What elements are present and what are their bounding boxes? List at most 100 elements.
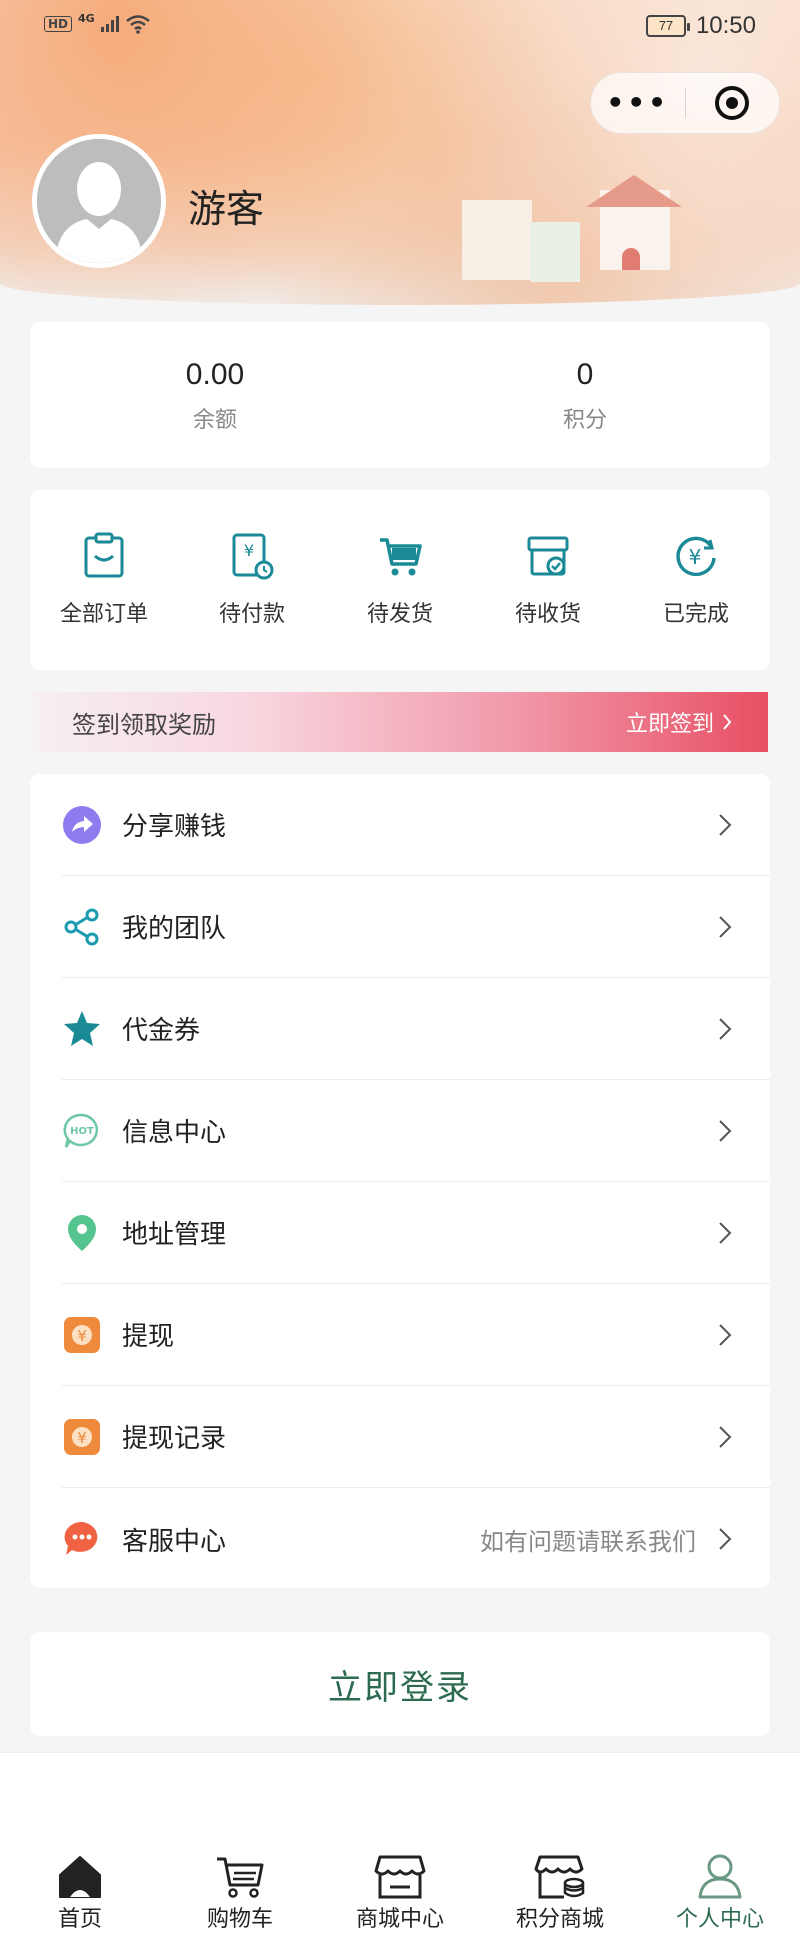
chevron-right-icon [719, 1119, 732, 1142]
wifi-icon [125, 15, 150, 34]
menu-item-messages[interactable]: HOT 信息中心 [62, 1080, 770, 1182]
svg-text:¥: ¥ [77, 1429, 87, 1447]
order-all-label: 全部订单 [59, 602, 148, 627]
balance-value: 0.00 [185, 358, 245, 391]
balance-points-card: 0.00 余额 0 积分 [30, 322, 770, 468]
order-unreceived-button[interactable]: 待收货 [474, 490, 622, 670]
balance-stat[interactable]: 0.00 余额 [30, 322, 400, 468]
chevron-right-icon [719, 1017, 732, 1040]
person-icon [698, 1854, 742, 1899]
chevron-right-icon [719, 1221, 732, 1244]
battery-icon: 77 [645, 15, 690, 37]
points-value: 0 [576, 358, 594, 391]
target-icon [715, 86, 750, 120]
menu-label: 我的团队 [122, 914, 227, 944]
share-nodes-icon [64, 908, 99, 945]
nav-cart[interactable]: 购物车 [170, 1853, 310, 1933]
status-left: HD 4G [44, 11, 151, 34]
cart-icon [217, 1857, 264, 1898]
nav-home-label: 首页 [57, 1907, 102, 1932]
header-illustration [462, 200, 532, 280]
checkin-text: 签到领取奖励 [72, 710, 216, 739]
menu-item-vouchers[interactable]: 代金券 [62, 978, 770, 1080]
close-miniapp-button[interactable] [686, 86, 780, 120]
signal-icon [100, 16, 119, 32]
header-illustration [530, 222, 580, 282]
status-bar: HD 4G 77 10:50 [0, 0, 800, 56]
checkin-banner[interactable]: 签到领取奖励 立即签到 [32, 692, 768, 752]
home-icon [59, 1856, 101, 1898]
svg-text:HOT: HOT [70, 1126, 94, 1137]
order-unreceived-label: 待收货 [514, 602, 581, 627]
order-unshipped-button[interactable]: 待发货 [326, 490, 474, 670]
hd-badge: HD [44, 16, 73, 32]
location-pin-icon [68, 1214, 96, 1251]
menu-label: 代金券 [122, 1016, 201, 1046]
nav-store-label: 商城中心 [355, 1907, 444, 1932]
nav-points-store[interactable]: 积分商城 [490, 1853, 630, 1933]
chevron-right-icon [719, 1425, 732, 1448]
nav-points-store-label: 积分商城 [515, 1907, 604, 1932]
bottom-nav: 首页 购物车 商城中心 积分商城 个人中心 [0, 1752, 800, 1952]
yuan-bill-icon: ¥ [232, 533, 274, 580]
menu-label: 分享赚钱 [122, 812, 227, 842]
order-completed-label: 已完成 [662, 602, 729, 627]
checkin-now-link[interactable]: 立即签到 [626, 706, 732, 738]
menu-label: 提现记录 [122, 1424, 227, 1454]
svg-text:¥: ¥ [689, 545, 702, 569]
menu-label: 客服中心 [122, 1526, 227, 1557]
default-avatar-icon [37, 139, 161, 263]
svg-text:¥: ¥ [77, 1327, 87, 1345]
nav-profile-label: 个人中心 [675, 1907, 764, 1932]
chevron-right-icon [719, 1528, 732, 1550]
store-icon [374, 1855, 426, 1899]
nav-home[interactable]: 首页 [10, 1853, 150, 1933]
share-arrow-icon [63, 805, 101, 844]
yuan-square-icon: ¥ [64, 1316, 100, 1353]
balance-label: 余额 [192, 408, 237, 433]
chevron-right-icon [719, 1323, 732, 1346]
clock: 10:50 [695, 12, 756, 39]
miniapp-capsule: ••• [590, 72, 780, 134]
avatar[interactable] [32, 134, 166, 268]
header-illustration [586, 175, 682, 207]
menu-item-share-earn[interactable]: 分享赚钱 [62, 774, 770, 876]
chevron-right-icon [723, 714, 732, 730]
menu-item-address[interactable]: 地址管理 [62, 1182, 770, 1284]
nav-cart-label: 购物车 [206, 1907, 273, 1932]
yuan-square-icon: ¥ [64, 1418, 100, 1455]
yuan-circle-icon: ¥ [676, 536, 716, 577]
order-unpaid-button[interactable]: ¥ 待付款 [178, 490, 326, 670]
clipboard-icon [84, 532, 124, 578]
orders-card: 全部订单 ¥ 待付款 待发货 待收货 ¥ 已完成 [30, 490, 770, 670]
box-check-icon [527, 536, 569, 576]
cart-icon [380, 538, 422, 576]
more-dots-icon[interactable]: ••• [591, 89, 685, 117]
hot-chat-icon: HOT [63, 1113, 99, 1148]
checkin-now-label: 立即签到 [625, 712, 714, 737]
points-label: 积分 [562, 408, 607, 433]
order-completed-button[interactable]: ¥ 已完成 [622, 490, 770, 670]
network-type: 4G [78, 11, 95, 25]
order-all-button[interactable]: 全部订单 [30, 490, 178, 670]
menu-item-customer-service[interactable]: 客服中心 如有问题请联系我们 [62, 1488, 770, 1590]
username: 游客 [188, 187, 265, 231]
chevron-right-icon [719, 813, 732, 836]
menu-label: 地址管理 [122, 1220, 227, 1250]
status-right: 77 10:50 [645, 12, 756, 40]
nav-store[interactable]: 商城中心 [330, 1853, 470, 1933]
header-illustration [622, 248, 640, 270]
points-stat[interactable]: 0 积分 [400, 322, 770, 468]
order-unpaid-label: 待付款 [218, 602, 285, 627]
chevron-right-icon [719, 915, 732, 938]
login-button[interactable]: 立即登录 [30, 1632, 770, 1736]
menu-label: 信息中心 [122, 1118, 227, 1148]
chat-bubble-icon [64, 1521, 98, 1555]
menu-item-my-team[interactable]: 我的团队 [62, 876, 770, 978]
menu-item-withdraw-history[interactable]: ¥ 提现记录 [62, 1386, 770, 1488]
nav-profile[interactable]: 个人中心 [650, 1853, 790, 1933]
menu-label: 提现 [122, 1322, 175, 1352]
menu-item-withdraw[interactable]: ¥ 提现 [62, 1284, 770, 1386]
login-label: 立即登录 [328, 1667, 472, 1708]
menu-note: 如有问题请联系我们 [480, 1527, 696, 1556]
